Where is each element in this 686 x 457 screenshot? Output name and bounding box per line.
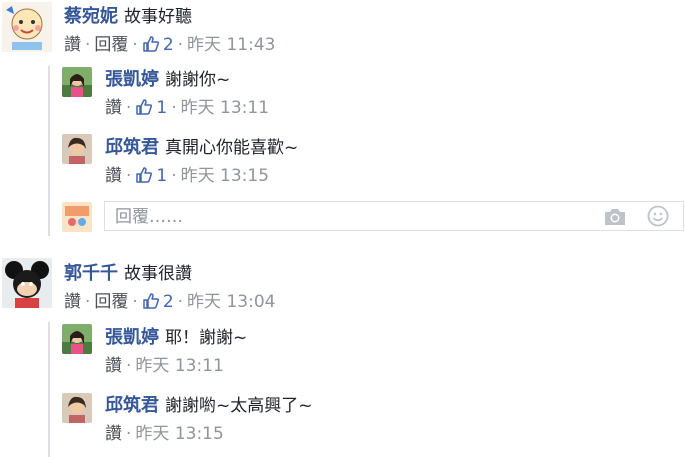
reply-button[interactable]: 回覆 — [94, 35, 128, 55]
avatar[interactable] — [2, 2, 52, 52]
timestamp[interactable]: 昨天 11:43 — [187, 35, 275, 55]
avatar[interactable] — [62, 134, 92, 164]
thumbs-up-icon — [143, 36, 159, 52]
reply-meta: 讚 · 1 · 昨天 13:15 — [105, 166, 270, 186]
reply-meta: 讚 · 1 · 昨天 13:11 — [105, 98, 270, 118]
reply-text: 謝謝喲~太高興了~ — [165, 396, 313, 416]
like-button[interactable]: 讚 — [64, 292, 81, 312]
camera-icon[interactable] — [603, 207, 627, 227]
reply-author[interactable]: 邱筑君 — [105, 137, 159, 158]
timestamp[interactable]: 昨天 13:15 — [181, 166, 269, 186]
comment-author[interactable]: 郭千千 — [64, 263, 118, 284]
reply-line: 張凱婷 耶！謝謝~ — [105, 327, 247, 349]
like-count[interactable]: 2 — [142, 292, 174, 312]
thumbs-up-icon — [136, 167, 153, 183]
timestamp[interactable]: 昨天 13:11 — [181, 98, 269, 118]
like-button[interactable]: 讚 — [64, 35, 81, 55]
like-button[interactable]: 讚 — [105, 166, 122, 186]
avatar[interactable] — [62, 393, 92, 423]
reply-button[interactable]: 回覆 — [94, 292, 128, 312]
reply-text: 真開心你能喜歡~ — [165, 138, 299, 158]
reply-composer[interactable] — [104, 201, 684, 231]
comment-meta: 讚 · 回覆 · 2 · 昨天 13:04 — [64, 292, 276, 312]
reply-meta: 讚 · 昨天 13:15 — [105, 424, 224, 444]
avatar[interactable] — [62, 67, 92, 97]
thread-line — [48, 322, 50, 457]
comment-meta: 讚 · 回覆 · 2 · 昨天 11:43 — [64, 35, 276, 55]
comment-text: 故事好聽 — [124, 7, 192, 27]
reply-line: 張凱婷 謝謝你~ — [105, 69, 230, 91]
comment-text: 故事很讚 — [124, 264, 192, 284]
thread-line — [48, 66, 50, 236]
like-count[interactable]: 1 — [135, 98, 167, 118]
avatar[interactable] — [62, 324, 92, 354]
comment-line: 郭千千 故事很讚 — [64, 263, 192, 285]
reply-input[interactable] — [113, 205, 587, 229]
smiley-icon[interactable] — [647, 205, 669, 227]
reply-line: 邱筑君 真開心你能喜歡~ — [105, 137, 298, 159]
reply-text: 耶！謝謝~ — [165, 328, 248, 348]
timestamp[interactable]: 昨天 13:11 — [135, 356, 223, 376]
current-user-avatar — [62, 202, 92, 232]
like-button[interactable]: 讚 — [105, 98, 122, 118]
timestamp[interactable]: 昨天 13:04 — [187, 292, 275, 312]
like-button[interactable]: 讚 — [105, 356, 122, 376]
reply-text: 謝謝你~ — [165, 70, 231, 90]
timestamp[interactable]: 昨天 13:15 — [135, 424, 223, 444]
like-count[interactable]: 2 — [142, 35, 174, 55]
like-button[interactable]: 讚 — [105, 424, 122, 444]
thumbs-up-icon — [136, 99, 153, 115]
reply-meta: 讚 · 昨天 13:11 — [105, 356, 224, 376]
comment-line: 蔡宛妮 故事好聽 — [64, 6, 192, 28]
like-count[interactable]: 1 — [135, 166, 167, 186]
thumbs-up-icon — [143, 293, 159, 309]
reply-line: 邱筑君 謝謝喲~太高興了~ — [105, 395, 313, 417]
reply-author[interactable]: 邱筑君 — [105, 395, 159, 416]
reply-author[interactable]: 張凱婷 — [105, 327, 159, 348]
comment-author[interactable]: 蔡宛妮 — [64, 6, 118, 27]
avatar[interactable] — [2, 258, 52, 308]
reply-author[interactable]: 張凱婷 — [105, 69, 159, 90]
